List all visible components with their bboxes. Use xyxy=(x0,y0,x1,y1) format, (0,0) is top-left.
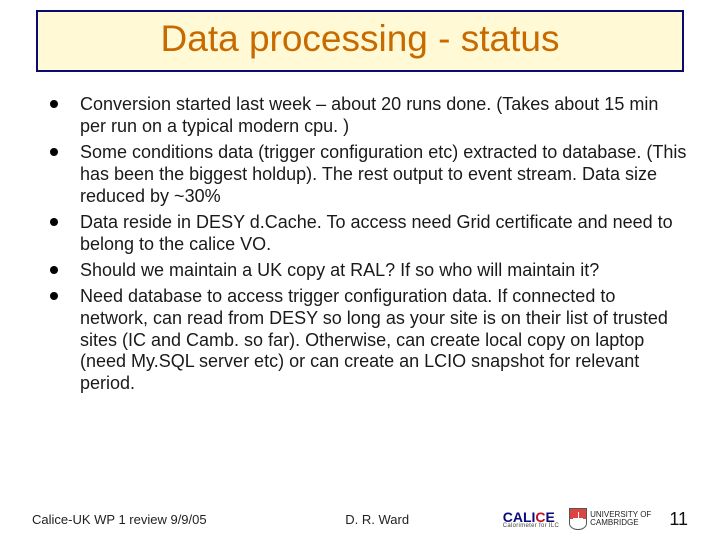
title-box: Data processing - status xyxy=(36,10,684,72)
cambridge-logo: UNIVERSITY OF CAMBRIDGE xyxy=(569,508,651,530)
list-item: Should we maintain a UK copy at RAL? If … xyxy=(46,260,688,282)
calice-logo-sub: Calorimeter for ILC xyxy=(503,523,559,529)
slide: Data processing - status Conversion star… xyxy=(0,0,720,540)
footer-left: Calice-UK WP 1 review 9/9/05 xyxy=(32,512,207,527)
footer-logos: CALICE Calorimeter for ILC UNIVERSITY OF… xyxy=(503,508,688,530)
calice-logo: CALICE Calorimeter for ILC xyxy=(503,509,559,529)
shield-icon xyxy=(569,508,587,530)
slide-title: Data processing - status xyxy=(50,18,670,60)
bullet-list: Conversion started last week – about 20 … xyxy=(32,94,688,395)
list-item: Some conditions data (trigger configurat… xyxy=(46,142,688,208)
list-item: Conversion started last week – about 20 … xyxy=(46,94,688,138)
list-item: Data reside in DESY d.Cache. To access n… xyxy=(46,212,688,256)
page-number: 11 xyxy=(669,509,688,530)
footer: Calice-UK WP 1 review 9/9/05 D. R. Ward … xyxy=(32,508,688,530)
cambridge-logo-text: UNIVERSITY OF CAMBRIDGE xyxy=(590,511,651,527)
footer-author: D. R. Ward xyxy=(252,512,503,527)
list-item: Need database to access trigger configur… xyxy=(46,286,688,396)
